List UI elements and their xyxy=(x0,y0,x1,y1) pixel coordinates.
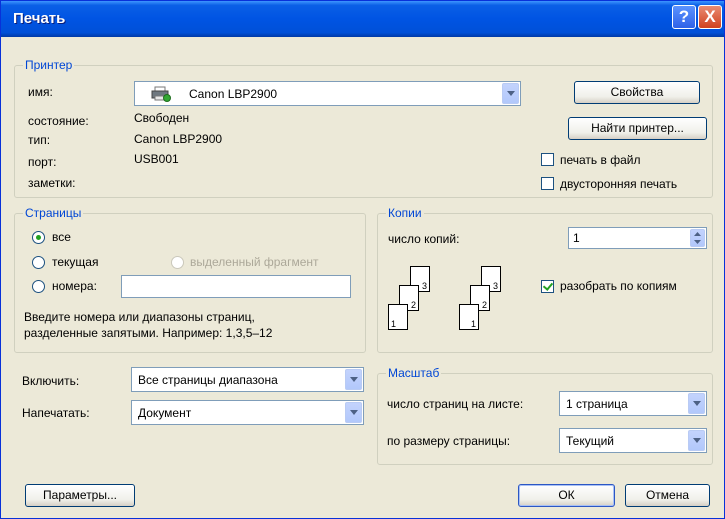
type-label: тип: xyxy=(28,133,51,147)
properties-button[interactable]: Свойства xyxy=(574,81,700,104)
collate-label[interactable]: разобрать по копиям xyxy=(560,279,677,293)
print-what-dropdown-arrow-icon[interactable] xyxy=(345,402,362,423)
collate-checkbox[interactable] xyxy=(541,280,554,293)
duplex-label[interactable]: двусторонняя печать xyxy=(560,177,677,191)
include-dropdown-arrow-icon[interactable] xyxy=(345,369,362,390)
printer-icon xyxy=(151,86,171,102)
pages-hint-line1: Введите номера или диапазоны страниц, xyxy=(24,310,255,324)
ok-button[interactable]: ОК xyxy=(518,484,615,507)
pages-group-legend: Страницы xyxy=(23,206,84,220)
pages-per-sheet-dropdown-arrow-icon[interactable] xyxy=(688,393,705,414)
pages-selection-radio xyxy=(171,256,184,269)
page-numbers-input[interactable] xyxy=(121,275,351,298)
dialog-title: Печать xyxy=(13,10,66,27)
print-dialog: Печать ? X Принтер имя: Canon LBP2900 со… xyxy=(0,0,725,519)
scale-value: Текущий xyxy=(566,433,614,448)
copies-count-label: число копий: xyxy=(388,232,460,246)
print-to-file-label[interactable]: печать в файл xyxy=(560,153,640,167)
include-label: Включить: xyxy=(22,374,80,388)
include-select[interactable]: Все страницы диапазона xyxy=(131,367,364,392)
help-button[interactable]: ? xyxy=(672,5,696,29)
find-printer-button[interactable]: Найти принтер... xyxy=(568,117,707,140)
pages-numbers-radio[interactable] xyxy=(32,280,45,293)
pages-current-radio[interactable] xyxy=(32,256,45,269)
port-value: USB001 xyxy=(134,152,179,166)
printer-name-label: имя: xyxy=(28,85,53,99)
zoom-group-legend: Масштаб xyxy=(386,366,442,380)
notes-label: заметки: xyxy=(28,176,76,190)
scale-label: по размеру страницы: xyxy=(387,434,511,448)
pages-current-label[interactable]: текущая xyxy=(52,255,98,269)
close-button[interactable]: X xyxy=(698,5,722,29)
stack-a-page-1: 1 xyxy=(388,304,408,330)
pages-hint-line2: разделенные запятыми. Например: 1,3,5–12 xyxy=(24,326,273,340)
scale-select[interactable]: Текущий xyxy=(559,428,707,453)
copies-count-value: 1 xyxy=(573,231,580,245)
pages-per-sheet-select[interactable]: 1 страница xyxy=(559,391,707,416)
pages-per-sheet-value: 1 страница xyxy=(566,396,628,411)
pages-numbers-label[interactable]: номера: xyxy=(52,279,97,293)
status-label: состояние: xyxy=(28,114,89,128)
port-label: порт: xyxy=(28,155,57,169)
printer-name-select[interactable]: Canon LBP2900 xyxy=(134,81,521,106)
print-to-file-checkbox[interactable] xyxy=(541,153,554,166)
pages-per-sheet-label: число страниц на листе: xyxy=(387,397,524,411)
collate-stack-illustration: 3 2 1 3 2 1 xyxy=(382,266,502,336)
pages-selection-label: выделенный фрагмент xyxy=(190,255,319,269)
duplex-checkbox[interactable] xyxy=(541,177,554,190)
status-value: Свободен xyxy=(134,111,190,125)
printer-name-value: Canon LBP2900 xyxy=(189,86,278,101)
print-what-select[interactable]: Документ xyxy=(131,400,364,425)
options-button[interactable]: Параметры... xyxy=(25,484,135,507)
copies-group-legend: Копии xyxy=(386,206,424,220)
printer-group-legend: Принтер xyxy=(23,58,75,72)
include-value: Все страницы диапазона xyxy=(138,372,278,387)
cancel-button[interactable]: Отмена xyxy=(625,484,710,507)
copies-count-input[interactable]: 1 xyxy=(568,227,707,249)
copies-spinner-icon[interactable] xyxy=(690,229,705,247)
printer-dropdown-arrow-icon[interactable] xyxy=(502,83,519,104)
pages-all-radio[interactable] xyxy=(32,231,45,244)
print-what-label: Напечатать: xyxy=(22,406,90,420)
pages-all-label[interactable]: все xyxy=(52,230,71,244)
stack-b-page-1: 1 xyxy=(459,304,479,330)
type-value: Canon LBP2900 xyxy=(134,132,223,146)
scale-dropdown-arrow-icon[interactable] xyxy=(688,430,705,451)
print-what-value: Документ xyxy=(138,405,192,420)
title-bar[interactable]: Печать ? X xyxy=(1,1,724,37)
